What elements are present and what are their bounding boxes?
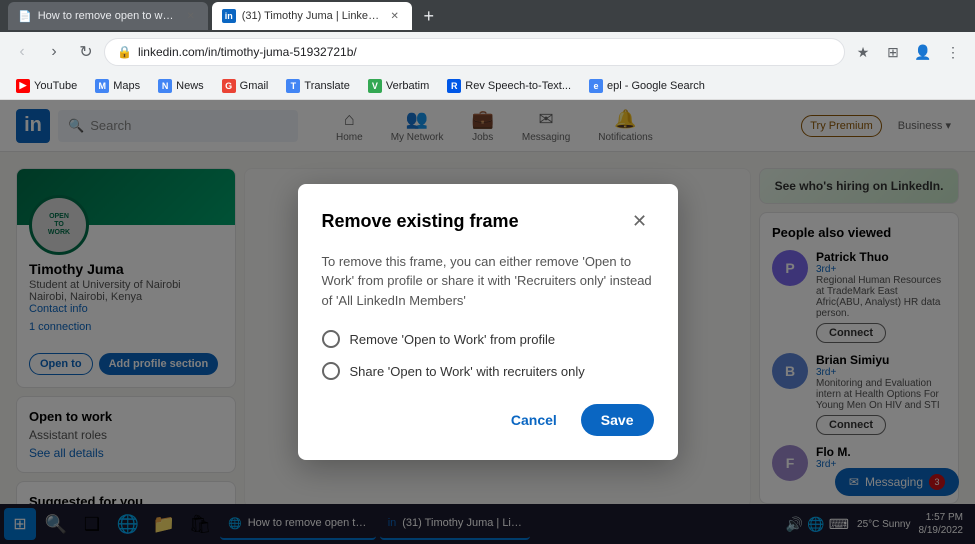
forward-button[interactable]: › <box>40 38 68 66</box>
epl-favicon: e <box>589 79 603 93</box>
address-text: linkedin.com/in/timothy-juma-51932721b/ <box>138 45 832 59</box>
radio-option-1[interactable]: Remove 'Open to Work' from profile <box>322 330 654 348</box>
tab1-favicon: 📄 <box>18 10 32 23</box>
radio-circle-1 <box>322 330 340 348</box>
tab2-close-icon[interactable]: ✕ <box>388 9 402 23</box>
modal-overlay: Remove existing frame ✕ To remove this f… <box>0 100 975 544</box>
modal-header: Remove existing frame ✕ <box>322 208 654 236</box>
browser-chrome: 📄 How to remove open to work... ✕ in (31… <box>0 0 975 100</box>
tab2-favicon: in <box>222 9 236 23</box>
save-button[interactable]: Save <box>581 404 654 436</box>
rev-favicon: R <box>447 79 461 93</box>
bookmark-news[interactable]: N News <box>150 77 212 95</box>
bookmark-star-icon[interactable]: ★ <box>849 38 877 66</box>
bookmark-verbatim[interactable]: V Verbatim <box>360 77 437 95</box>
translate-favicon: T <box>286 79 300 93</box>
browser-nav: ‹ › ↻ 🔒 linkedin.com/in/timothy-juma-519… <box>0 32 975 72</box>
radio-label-1: Remove 'Open to Work' from profile <box>350 332 556 347</box>
youtube-favicon: ▶ <box>16 79 30 93</box>
extension-icon[interactable]: ⊞ <box>879 38 907 66</box>
radio-circle-2 <box>322 362 340 380</box>
bookmark-news-label: News <box>176 80 204 92</box>
linkedin-page: in 🔍 Search ⌂ Home 👥 My Network 💼 Jobs ✉… <box>0 100 975 544</box>
tab2-label: (31) Timothy Juma | LinkedIn <box>242 10 382 22</box>
nav-icons: ★ ⊞ 👤 ⋮ <box>849 38 967 66</box>
bookmark-verbatim-label: Verbatim <box>386 80 429 92</box>
modal-footer: Cancel Save <box>322 404 654 436</box>
bookmark-maps[interactable]: M Maps <box>87 77 148 95</box>
address-bar[interactable]: 🔒 linkedin.com/in/timothy-juma-51932721b… <box>104 38 845 66</box>
bookmark-youtube[interactable]: ▶ YouTube <box>8 77 85 95</box>
bookmarks-bar: ▶ YouTube M Maps N News G Gmail T Transl… <box>0 72 975 100</box>
cancel-button[interactable]: Cancel <box>495 404 573 436</box>
profile-icon[interactable]: 👤 <box>909 38 937 66</box>
modal-title: Remove existing frame <box>322 211 519 232</box>
lock-icon: 🔒 <box>117 45 132 59</box>
remove-frame-modal: Remove existing frame ✕ To remove this f… <box>298 184 678 461</box>
bookmark-epl-label: epl - Google Search <box>607 80 705 92</box>
maps-favicon: M <box>95 79 109 93</box>
radio-label-2: Share 'Open to Work' with recruiters onl… <box>350 364 585 379</box>
browser-titlebar: 📄 How to remove open to work... ✕ in (31… <box>0 0 975 32</box>
tab1-close-icon[interactable]: ✕ <box>184 9 198 23</box>
tab1-label: How to remove open to work... <box>38 10 178 22</box>
bookmark-translate-label: Translate <box>304 80 349 92</box>
browser-tab-1[interactable]: 📄 How to remove open to work... ✕ <box>8 2 208 30</box>
modal-description: To remove this frame, you can either rem… <box>322 252 654 311</box>
modal-body: To remove this frame, you can either rem… <box>322 252 654 381</box>
gmail-favicon: G <box>222 79 236 93</box>
back-button[interactable]: ‹ <box>8 38 36 66</box>
bookmark-epl[interactable]: e epl - Google Search <box>581 77 713 95</box>
browser-tab-2[interactable]: in (31) Timothy Juma | LinkedIn ✕ <box>212 2 412 30</box>
modal-close-button[interactable]: ✕ <box>626 208 654 236</box>
bookmark-rev-label: Rev Speech-to-Text... <box>465 80 571 92</box>
refresh-button[interactable]: ↻ <box>72 38 100 66</box>
bookmark-rev[interactable]: R Rev Speech-to-Text... <box>439 77 579 95</box>
new-tab-button[interactable]: + <box>416 3 442 29</box>
radio-option-2[interactable]: Share 'Open to Work' with recruiters onl… <box>322 362 654 380</box>
menu-icon[interactable]: ⋮ <box>939 38 967 66</box>
news-favicon: N <box>158 79 172 93</box>
bookmark-gmail-label: Gmail <box>240 80 269 92</box>
bookmark-gmail[interactable]: G Gmail <box>214 77 277 95</box>
bookmark-maps-label: Maps <box>113 80 140 92</box>
bookmark-translate[interactable]: T Translate <box>278 77 357 95</box>
verbatim-favicon: V <box>368 79 382 93</box>
bookmark-youtube-label: YouTube <box>34 80 77 92</box>
